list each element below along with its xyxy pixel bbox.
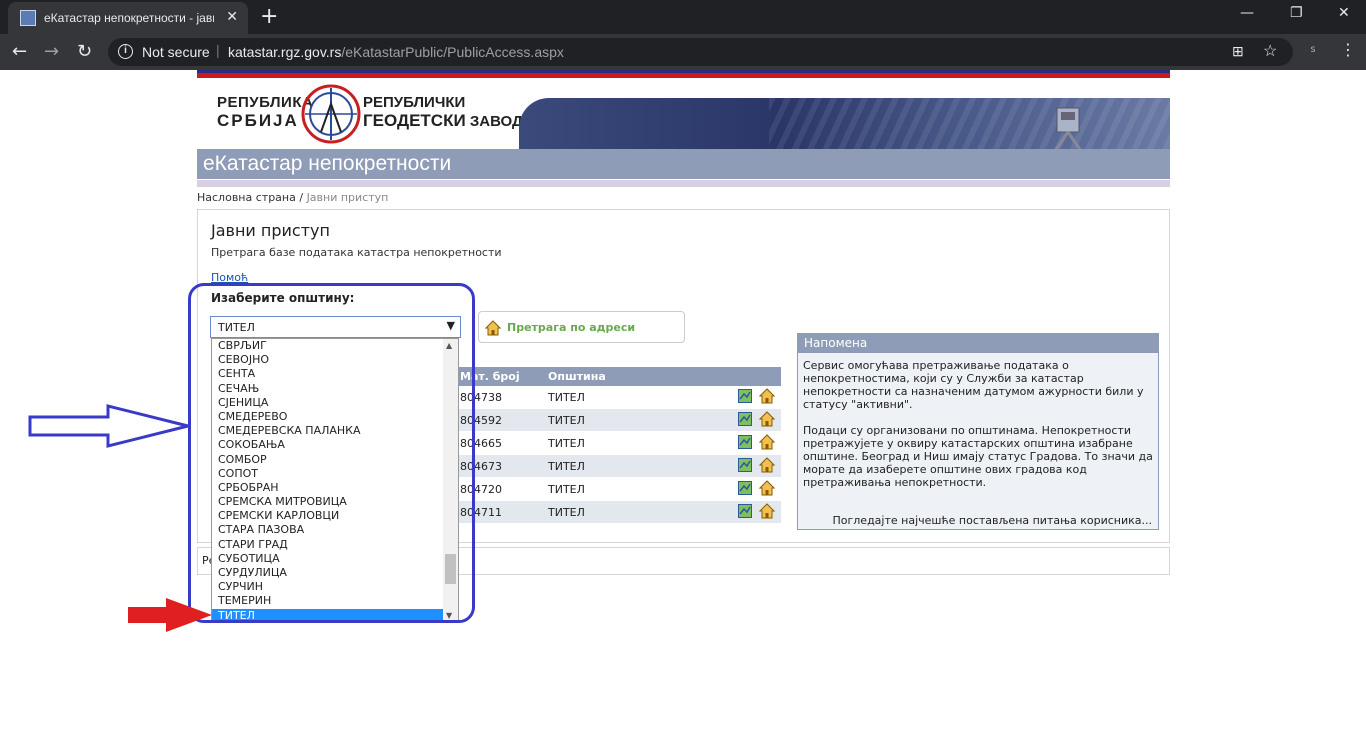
row-municipality: ТИТЕЛ — [548, 437, 585, 450]
close-window-button[interactable]: ✕ — [1338, 5, 1350, 21]
house-icon[interactable] — [759, 480, 775, 496]
header-logo-area: РЕПУБЛИКА СРБИЈА РЕПУБЛИЧКИ ГЕОДЕТСКИ ЗА… — [197, 82, 1170, 156]
tab-title: еКатастар непокретности - јавни — [44, 11, 214, 25]
new-tab-button[interactable]: + — [260, 4, 278, 29]
row-municipality: ТИТЕЛ — [548, 414, 585, 427]
rgz-emblem-icon — [301, 84, 361, 144]
browser-menu-icon[interactable]: ⋮ — [1340, 40, 1356, 59]
browser-toolbar: ← → ↻ i Not secure | katastar.rgz.gov.rs… — [0, 34, 1366, 70]
annotation-red-arrow-icon — [128, 598, 212, 632]
row-municipality: ТИТЕЛ — [548, 391, 585, 404]
annotation-blue-arrow-icon — [28, 404, 189, 448]
site-title-bar: еКатастар непокретности — [197, 149, 1170, 179]
address-search-label: Претрага по адреси — [507, 321, 636, 334]
table-row[interactable]: 804592 ТИТЕЛ — [456, 409, 781, 432]
page-favicon-icon — [20, 10, 36, 26]
minimize-button[interactable]: — — [1240, 5, 1254, 21]
url-text[interactable]: katastar.rgz.gov.rs/eKatastarPublic/Publ… — [228, 44, 564, 60]
address-bar[interactable]: i Not secure | katastar.rgz.gov.rs/eKata… — [108, 38, 1293, 66]
tab-close-icon[interactable]: ✕ — [226, 9, 238, 25]
house-icon[interactable] — [759, 411, 775, 427]
title-underline — [197, 180, 1170, 187]
note-box: Напомена Сервис омогућава претраживање п… — [797, 333, 1159, 530]
address-separator: | — [216, 42, 220, 58]
cadastral-municipality-table: Мат. број Општина 804738 ТИТЕЛ 804592 ТИТЕЛ… — [456, 367, 781, 524]
site-info-icon[interactable]: i — [118, 44, 133, 59]
map-icon[interactable] — [738, 481, 752, 495]
breadcrumb-current: Јавни приступ — [306, 191, 389, 204]
header-banner-image — [519, 98, 1170, 156]
logo-right-line-1: РЕПУБЛИЧКИ — [363, 94, 466, 111]
table-row[interactable]: 804720 ТИТЕЛ — [456, 478, 781, 501]
extension-icon[interactable]: s — [1304, 44, 1322, 60]
forward-button[interactable]: → — [44, 41, 59, 62]
map-icon[interactable] — [738, 412, 752, 426]
breadcrumb: Насловна страна / Јавни приступ — [197, 191, 388, 204]
logo-right-line-2: ГЕОДЕТСКИ — [363, 111, 466, 130]
page-title: Јавни приступ — [211, 221, 330, 240]
table-row[interactable]: 804673 ТИТЕЛ — [456, 455, 781, 478]
note-paragraph-1: Сервис омогућава претраживање података о… — [803, 359, 1144, 411]
annotation-highlight-frame — [188, 283, 475, 623]
house-icon[interactable] — [759, 457, 775, 473]
translate-icon[interactable]: ⊞ — [1232, 43, 1244, 60]
surveying-instrument-icon — [1051, 107, 1085, 154]
note-paragraph-2: Подаци су организовани по општинама. Неп… — [803, 424, 1153, 489]
note-title: Напомена — [798, 334, 1158, 353]
house-icon[interactable] — [759, 388, 775, 404]
house-icon[interactable] — [759, 434, 775, 450]
page-subtitle: Претрага базе података катастра непокрет… — [211, 246, 502, 259]
note-body: Сервис омогућава претраживање података о… — [798, 353, 1158, 508]
row-municipality: ТИТЕЛ — [548, 460, 585, 473]
url-path: /eKatastarPublic/PublicAccess.aspx — [341, 44, 564, 60]
table-row[interactable]: 804665 ТИТЕЛ — [456, 432, 781, 455]
house-icon — [485, 320, 501, 336]
site-title: еКатастар непокретности — [203, 152, 452, 175]
reload-button[interactable]: ↻ — [77, 41, 92, 62]
map-icon[interactable] — [738, 504, 752, 518]
table-header: Мат. број Општина — [456, 367, 781, 386]
browser-tab[interactable]: еКатастар непокретности - јавни ✕ — [8, 2, 248, 34]
map-icon[interactable] — [738, 389, 752, 403]
browser-tab-bar: еКатастар непокретности - јавни ✕ + — ❐ … — [0, 0, 1366, 34]
breadcrumb-separator: / — [295, 191, 307, 204]
row-municipality: ТИТЕЛ — [548, 483, 585, 496]
address-search-button[interactable]: Претрага по адреси — [478, 311, 685, 343]
map-icon[interactable] — [738, 458, 752, 472]
column-header-municipality: Општина — [548, 370, 606, 383]
table-row[interactable]: 804711 ТИТЕЛ — [456, 501, 781, 524]
bookmark-star-icon[interactable]: ☆ — [1263, 41, 1277, 61]
geodetic-authority-logo: РЕПУБЛИЧКИ ГЕОДЕТСКИ ЗАВОД — [363, 94, 523, 131]
url-host: katastar.rgz.gov.rs — [228, 44, 342, 60]
header-stripe — [197, 70, 1170, 78]
table-row[interactable]: 804738 ТИТЕЛ — [456, 386, 781, 409]
map-icon[interactable] — [738, 435, 752, 449]
restore-button[interactable]: ❐ — [1290, 5, 1303, 21]
back-button[interactable]: ← — [12, 41, 27, 62]
row-municipality: ТИТЕЛ — [548, 506, 585, 519]
security-label[interactable]: Not secure — [142, 44, 210, 60]
house-icon[interactable] — [759, 503, 775, 519]
logo-right-line-3: ЗАВОД — [469, 113, 523, 130]
breadcrumb-home[interactable]: Насловна страна — [197, 191, 296, 204]
faq-link[interactable]: Погледајте најчешће постављена питања ко… — [832, 514, 1152, 527]
